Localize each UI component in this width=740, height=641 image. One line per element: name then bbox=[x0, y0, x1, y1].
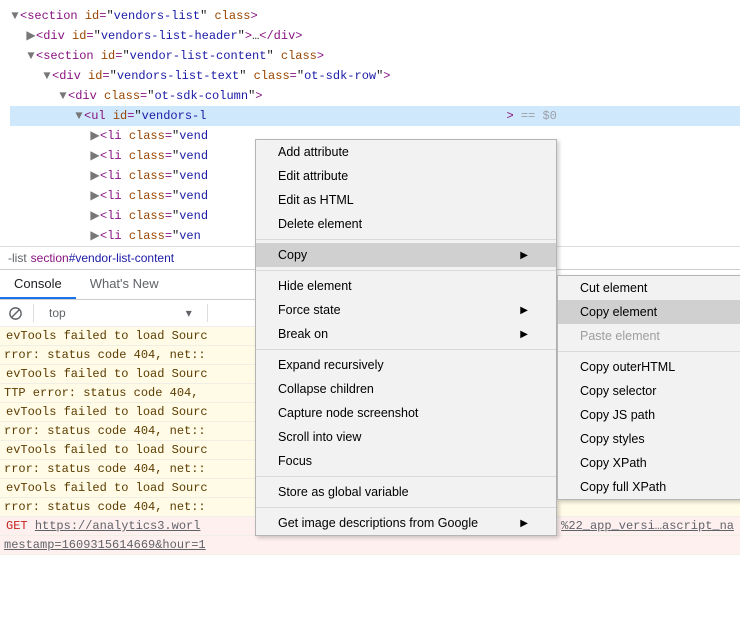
menu-copy-selector[interactable]: Copy selector bbox=[558, 379, 740, 403]
menu-copy-styles[interactable]: Copy styles bbox=[558, 427, 740, 451]
chevron-down-icon: ▾ bbox=[186, 306, 192, 320]
menu-copy-outerhtml[interactable]: Copy outerHTML bbox=[558, 355, 740, 379]
submenu-arrow-icon: ▶ bbox=[520, 329, 528, 340]
menu-copy-xpath[interactable]: Copy XPath bbox=[558, 451, 740, 475]
disclosure-triangle-icon[interactable]: ▼ bbox=[26, 46, 36, 66]
menu-edit-as-html[interactable]: Edit as HTML bbox=[256, 188, 556, 212]
menu-capture-screenshot[interactable]: Capture node screenshot bbox=[256, 401, 556, 425]
tree-row[interactable]: ▼<section id="vendor-list-content" class… bbox=[10, 46, 740, 66]
menu-separator bbox=[256, 349, 556, 350]
disclosure-triangle-icon[interactable]: ▶ bbox=[90, 166, 100, 186]
disclosure-triangle-icon[interactable]: ▶ bbox=[90, 206, 100, 226]
menu-copy-element[interactable]: Copy element bbox=[558, 300, 740, 324]
tab-console[interactable]: Console bbox=[0, 270, 76, 299]
disclosure-triangle-icon[interactable]: ▶ bbox=[90, 146, 100, 166]
menu-copy[interactable]: Copy▶ bbox=[256, 243, 556, 267]
menu-focus[interactable]: Focus bbox=[256, 449, 556, 473]
separator bbox=[207, 304, 208, 322]
disclosure-triangle-icon[interactable]: ▼ bbox=[58, 86, 68, 106]
clear-console-icon[interactable] bbox=[8, 306, 23, 321]
menu-paste-element: Paste element bbox=[558, 324, 740, 348]
separator bbox=[33, 304, 34, 322]
error-link[interactable]: https://analytics3.worl bbox=[35, 519, 201, 533]
menu-edit-attribute[interactable]: Edit attribute bbox=[256, 164, 556, 188]
menu-hide-element[interactable]: Hide element bbox=[256, 274, 556, 298]
menu-separator bbox=[256, 507, 556, 508]
menu-delete-element[interactable]: Delete element bbox=[256, 212, 556, 236]
menu-add-attribute[interactable]: Add attribute bbox=[256, 140, 556, 164]
disclosure-triangle-icon[interactable]: ▶ bbox=[90, 226, 100, 246]
context-select[interactable]: top ▾ bbox=[44, 304, 197, 322]
disclosure-triangle-icon[interactable]: ▶ bbox=[26, 26, 36, 46]
menu-copy-full-xpath[interactable]: Copy full XPath bbox=[558, 475, 740, 499]
submenu-arrow-icon: ▶ bbox=[520, 305, 528, 316]
menu-separator bbox=[256, 270, 556, 271]
tree-row[interactable]: ▶<div id="vendors-list-header">…</div> bbox=[10, 26, 740, 46]
tree-row[interactable]: ▼<div id="vendors-list-text" class="ot-s… bbox=[10, 66, 740, 86]
tab-whats-new[interactable]: What's New bbox=[76, 270, 173, 299]
menu-collapse-children[interactable]: Collapse children bbox=[256, 377, 556, 401]
menu-separator bbox=[558, 351, 740, 352]
menu-store-global[interactable]: Store as global variable bbox=[256, 480, 556, 504]
menu-break-on[interactable]: Break on▶ bbox=[256, 322, 556, 346]
menu-separator bbox=[256, 239, 556, 240]
tree-row[interactable]: ▼<section id="vendors-list" class> bbox=[10, 6, 740, 26]
disclosure-triangle-icon[interactable]: ▶ bbox=[90, 126, 100, 146]
breadcrumb-segment[interactable]: section#vendor-list-content bbox=[31, 251, 174, 265]
tree-row[interactable]: ▼<div class="ot-sdk-column"> bbox=[10, 86, 740, 106]
menu-cut-element[interactable]: Cut element bbox=[558, 276, 740, 300]
console-error: mestamp=1609315614669&hour=1 bbox=[0, 536, 740, 555]
menu-copy-js-path[interactable]: Copy JS path bbox=[558, 403, 740, 427]
submenu-arrow-icon: ▶ bbox=[520, 250, 528, 261]
disclosure-triangle-icon[interactable]: ▶ bbox=[90, 186, 100, 206]
disclosure-triangle-icon[interactable]: ▼ bbox=[42, 66, 52, 86]
menu-separator bbox=[256, 476, 556, 477]
tree-row-selected[interactable]: ▼<ul id="vendors-l> == $0 bbox=[10, 106, 740, 126]
menu-expand-recursively[interactable]: Expand recursively bbox=[256, 353, 556, 377]
context-menu[interactable]: Add attribute Edit attribute Edit as HTM… bbox=[255, 139, 557, 536]
menu-force-state[interactable]: Force state▶ bbox=[256, 298, 556, 322]
error-link[interactable]: mestamp=1609315614669&hour=1 bbox=[4, 538, 206, 552]
disclosure-triangle-icon[interactable]: ▼ bbox=[74, 106, 84, 126]
disclosure-triangle-icon[interactable]: ▼ bbox=[10, 6, 20, 26]
menu-scroll-into-view[interactable]: Scroll into view bbox=[256, 425, 556, 449]
context-label: top bbox=[49, 306, 66, 320]
context-submenu-copy[interactable]: Cut element Copy element Paste element C… bbox=[557, 275, 740, 500]
menu-get-image-descriptions[interactable]: Get image descriptions from Google▶ bbox=[256, 511, 556, 535]
breadcrumb-segment[interactable]: -list bbox=[8, 251, 27, 265]
submenu-arrow-icon: ▶ bbox=[520, 518, 528, 529]
